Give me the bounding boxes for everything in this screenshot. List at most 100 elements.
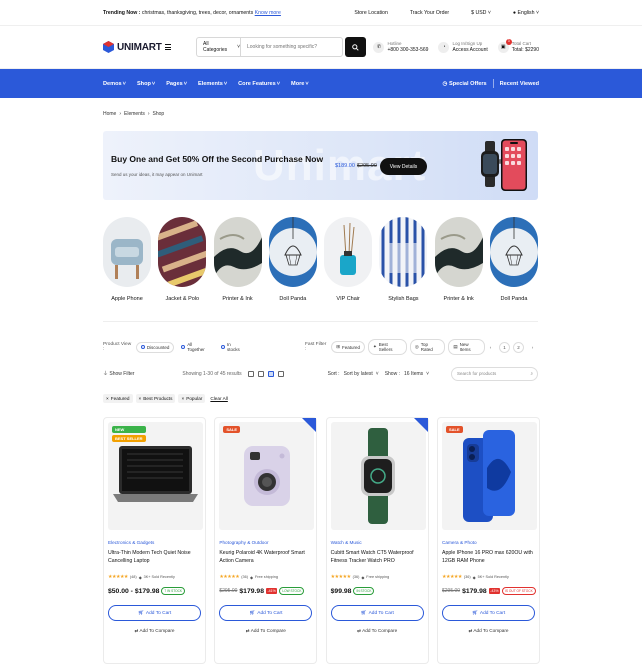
- product-image[interactable]: [441, 422, 537, 530]
- category-item[interactable]: Apple Phone: [103, 217, 151, 302]
- results-count: Showing 1-30 of 45 results: [182, 370, 242, 377]
- track-order-link[interactable]: Track Your Order: [410, 10, 449, 16]
- product-card[interactable]: SALE Camera & Photo Apple IPhone 16 PRO ma…: [436, 417, 540, 664]
- menu-icon[interactable]: [165, 44, 173, 50]
- breadcrumb-home[interactable]: Home: [103, 111, 116, 117]
- category-label: Jacket & Polo: [165, 296, 200, 302]
- filter-featured[interactable]: ⊞ Featured: [331, 341, 365, 353]
- product-name[interactable]: Ultra-Thin Modern Tech Quiet Noise Cance…: [108, 549, 201, 565]
- view-all-together[interactable]: All Together: [177, 340, 214, 354]
- currency-value: $ USD: [471, 9, 487, 16]
- recent-viewed-link[interactable]: Recent Viewed: [500, 81, 539, 87]
- product-tags: SALE: [445, 426, 463, 433]
- product-search-input[interactable]: Search for products ⌕: [451, 366, 538, 381]
- show-filter-button[interactable]: ⏚ Show Filter: [103, 370, 134, 377]
- add-to-cart-button[interactable]: 🛒︎ Add To Cart: [441, 605, 535, 621]
- product-card[interactable]: SALE Photography & Outdoor Keurig Polaroid…: [214, 417, 318, 664]
- breadcrumb-elements[interactable]: Elements: [124, 111, 145, 117]
- list-view-icon[interactable]: [277, 370, 284, 377]
- filter-top-rated[interactable]: ◎ Top Rated: [409, 339, 446, 355]
- filter-new-items[interactable]: ▤ New Items: [448, 339, 485, 355]
- filter-best-sellers[interactable]: ✦ Best Sellers: [368, 339, 407, 355]
- nav-shop[interactable]: Shop ˅: [137, 81, 155, 87]
- rating-stars-icon: ★★★★★: [330, 574, 351, 580]
- banner-subtitle: Send us your ideas, it may appear on Uni…: [111, 172, 203, 177]
- nav-more[interactable]: More ˅: [291, 81, 309, 87]
- product-name[interactable]: Keurig Polaroid 4K Waterproof Smart Acti…: [219, 549, 312, 565]
- product-price-row: $50.00 - $179.98 7 IN STOCK: [108, 587, 201, 595]
- category-item[interactable]: Printer & Ink: [213, 217, 262, 302]
- clear-all-link[interactable]: Clear All: [210, 396, 227, 401]
- product-category[interactable]: Camera & Photo: [442, 540, 535, 545]
- category-item[interactable]: Stylish Bags: [379, 217, 428, 302]
- trending-bar: Trending Now : christmas, thanksgiving, …: [103, 10, 281, 16]
- review-count: (36): [241, 575, 249, 579]
- add-to-cart-button[interactable]: 🛒︎ Add To Cart: [330, 605, 424, 621]
- product-name[interactable]: Apple IPhone 16 PRO max 620OU with 12GB …: [442, 549, 535, 565]
- view-in-stocks[interactable]: In stocks: [217, 340, 248, 354]
- next-page-button[interactable]: ›: [527, 342, 538, 353]
- language-select[interactable]: ● English ˅: [513, 10, 539, 16]
- product-name[interactable]: Cubitt Smart Watch CT5 Waterproof Fitnes…: [331, 549, 424, 565]
- category-item[interactable]: VIP Chair: [324, 217, 373, 302]
- add-to-compare-label: Add To Compare: [250, 628, 286, 633]
- hotline[interactable]: ✆ Hotline +800 300-353-569: [373, 41, 428, 54]
- add-to-cart-button[interactable]: 🛒︎ Add To Cart: [219, 605, 313, 621]
- filter-chip-best-products[interactable]: × Best Products: [135, 394, 176, 403]
- category-image: [213, 217, 262, 287]
- category-select[interactable]: All Categories ˅: [197, 38, 241, 56]
- search-button[interactable]: [345, 37, 366, 57]
- show-select[interactable]: 16 Items ˅: [404, 371, 429, 377]
- product-category[interactable]: Photography & Outdoor: [219, 540, 312, 545]
- currency-select[interactable]: $ USD ˅: [471, 10, 491, 16]
- special-offers-link[interactable]: ◷ Special Offers: [443, 81, 487, 87]
- category-item[interactable]: Jacket & Polo: [158, 217, 207, 302]
- cart-link[interactable]: ▣ 3 Total Cart Total: $2290: [497, 38, 539, 54]
- ribbon-corner: [413, 418, 428, 432]
- clock-icon: ◷: [442, 80, 448, 87]
- view-discounted[interactable]: Discounted: [135, 341, 175, 353]
- add-to-compare-link[interactable]: ⇄ Add To Compare: [331, 628, 424, 634]
- category-item[interactable]: Doll Panda: [489, 217, 538, 302]
- search-input[interactable]: [241, 44, 342, 50]
- view-details-button[interactable]: View Details: [380, 158, 427, 175]
- prev-page-button[interactable]: ‹: [485, 342, 496, 353]
- category-item[interactable]: Doll Panda: [268, 217, 317, 302]
- grid-3-view-icon[interactable]: [257, 370, 264, 377]
- nav-elements[interactable]: Elements ˅: [198, 81, 227, 87]
- close-icon: ×: [181, 396, 185, 401]
- product-card[interactable]: NEW BEST SELLER Electronics & Gadgets Ultra…: [103, 417, 206, 664]
- nav-demos[interactable]: Demos ˅: [103, 81, 126, 87]
- product-meta-text: Free shipping: [254, 575, 278, 579]
- add-to-compare-link[interactable]: ⇄ Add To Compare: [108, 628, 201, 634]
- add-to-compare-link[interactable]: ⇄ Add To Compare: [442, 628, 535, 634]
- category-item[interactable]: Printer & Ink: [434, 217, 483, 302]
- store-location-link[interactable]: Store Location: [354, 10, 387, 16]
- shipping-icon: ◆: [361, 575, 365, 580]
- page-1[interactable]: 1: [499, 341, 510, 353]
- product-category[interactable]: Electronics & Gadgets: [108, 540, 201, 545]
- category-select-value: All Categories: [203, 41, 228, 53]
- brand-logo[interactable]: UNIMART: [103, 41, 165, 53]
- breadcrumb: Home › Elements › Shop: [103, 111, 164, 117]
- sort-select[interactable]: Sort by latest ˅: [344, 371, 379, 377]
- grid-view-icon[interactable]: [247, 370, 254, 377]
- stock-badge: IN STOCK: [353, 587, 375, 595]
- grid-4-view-icon[interactable]: [267, 370, 274, 377]
- product-category[interactable]: Watch & Music: [331, 540, 424, 545]
- product-view-label: Product View :: [103, 342, 132, 352]
- product-card[interactable]: Watch & Music Cubitt Smart Watch CT5 Wate…: [325, 417, 429, 664]
- product-image[interactable]: [219, 422, 315, 530]
- product-image[interactable]: [330, 422, 426, 530]
- nav-pages[interactable]: Pages ˅: [166, 81, 187, 87]
- user-icon: ◔: [438, 41, 450, 53]
- filter-chip-featured[interactable]: × Featured: [103, 394, 133, 403]
- filter-chip-popular[interactable]: × Popular: [178, 394, 206, 403]
- add-to-compare-link[interactable]: ⇄ Add To Compare: [219, 628, 312, 634]
- nav-core-features[interactable]: Core Features ˅: [238, 81, 280, 87]
- know-more-link[interactable]: Know more: [255, 10, 281, 16]
- add-to-cart-button[interactable]: 🛒︎ Add To Cart: [108, 605, 201, 621]
- page-2[interactable]: 2: [513, 341, 524, 353]
- account-link[interactable]: ◔ Log In/Sign Up Access Account: [438, 41, 488, 54]
- brand-name: UNIMART: [117, 41, 162, 53]
